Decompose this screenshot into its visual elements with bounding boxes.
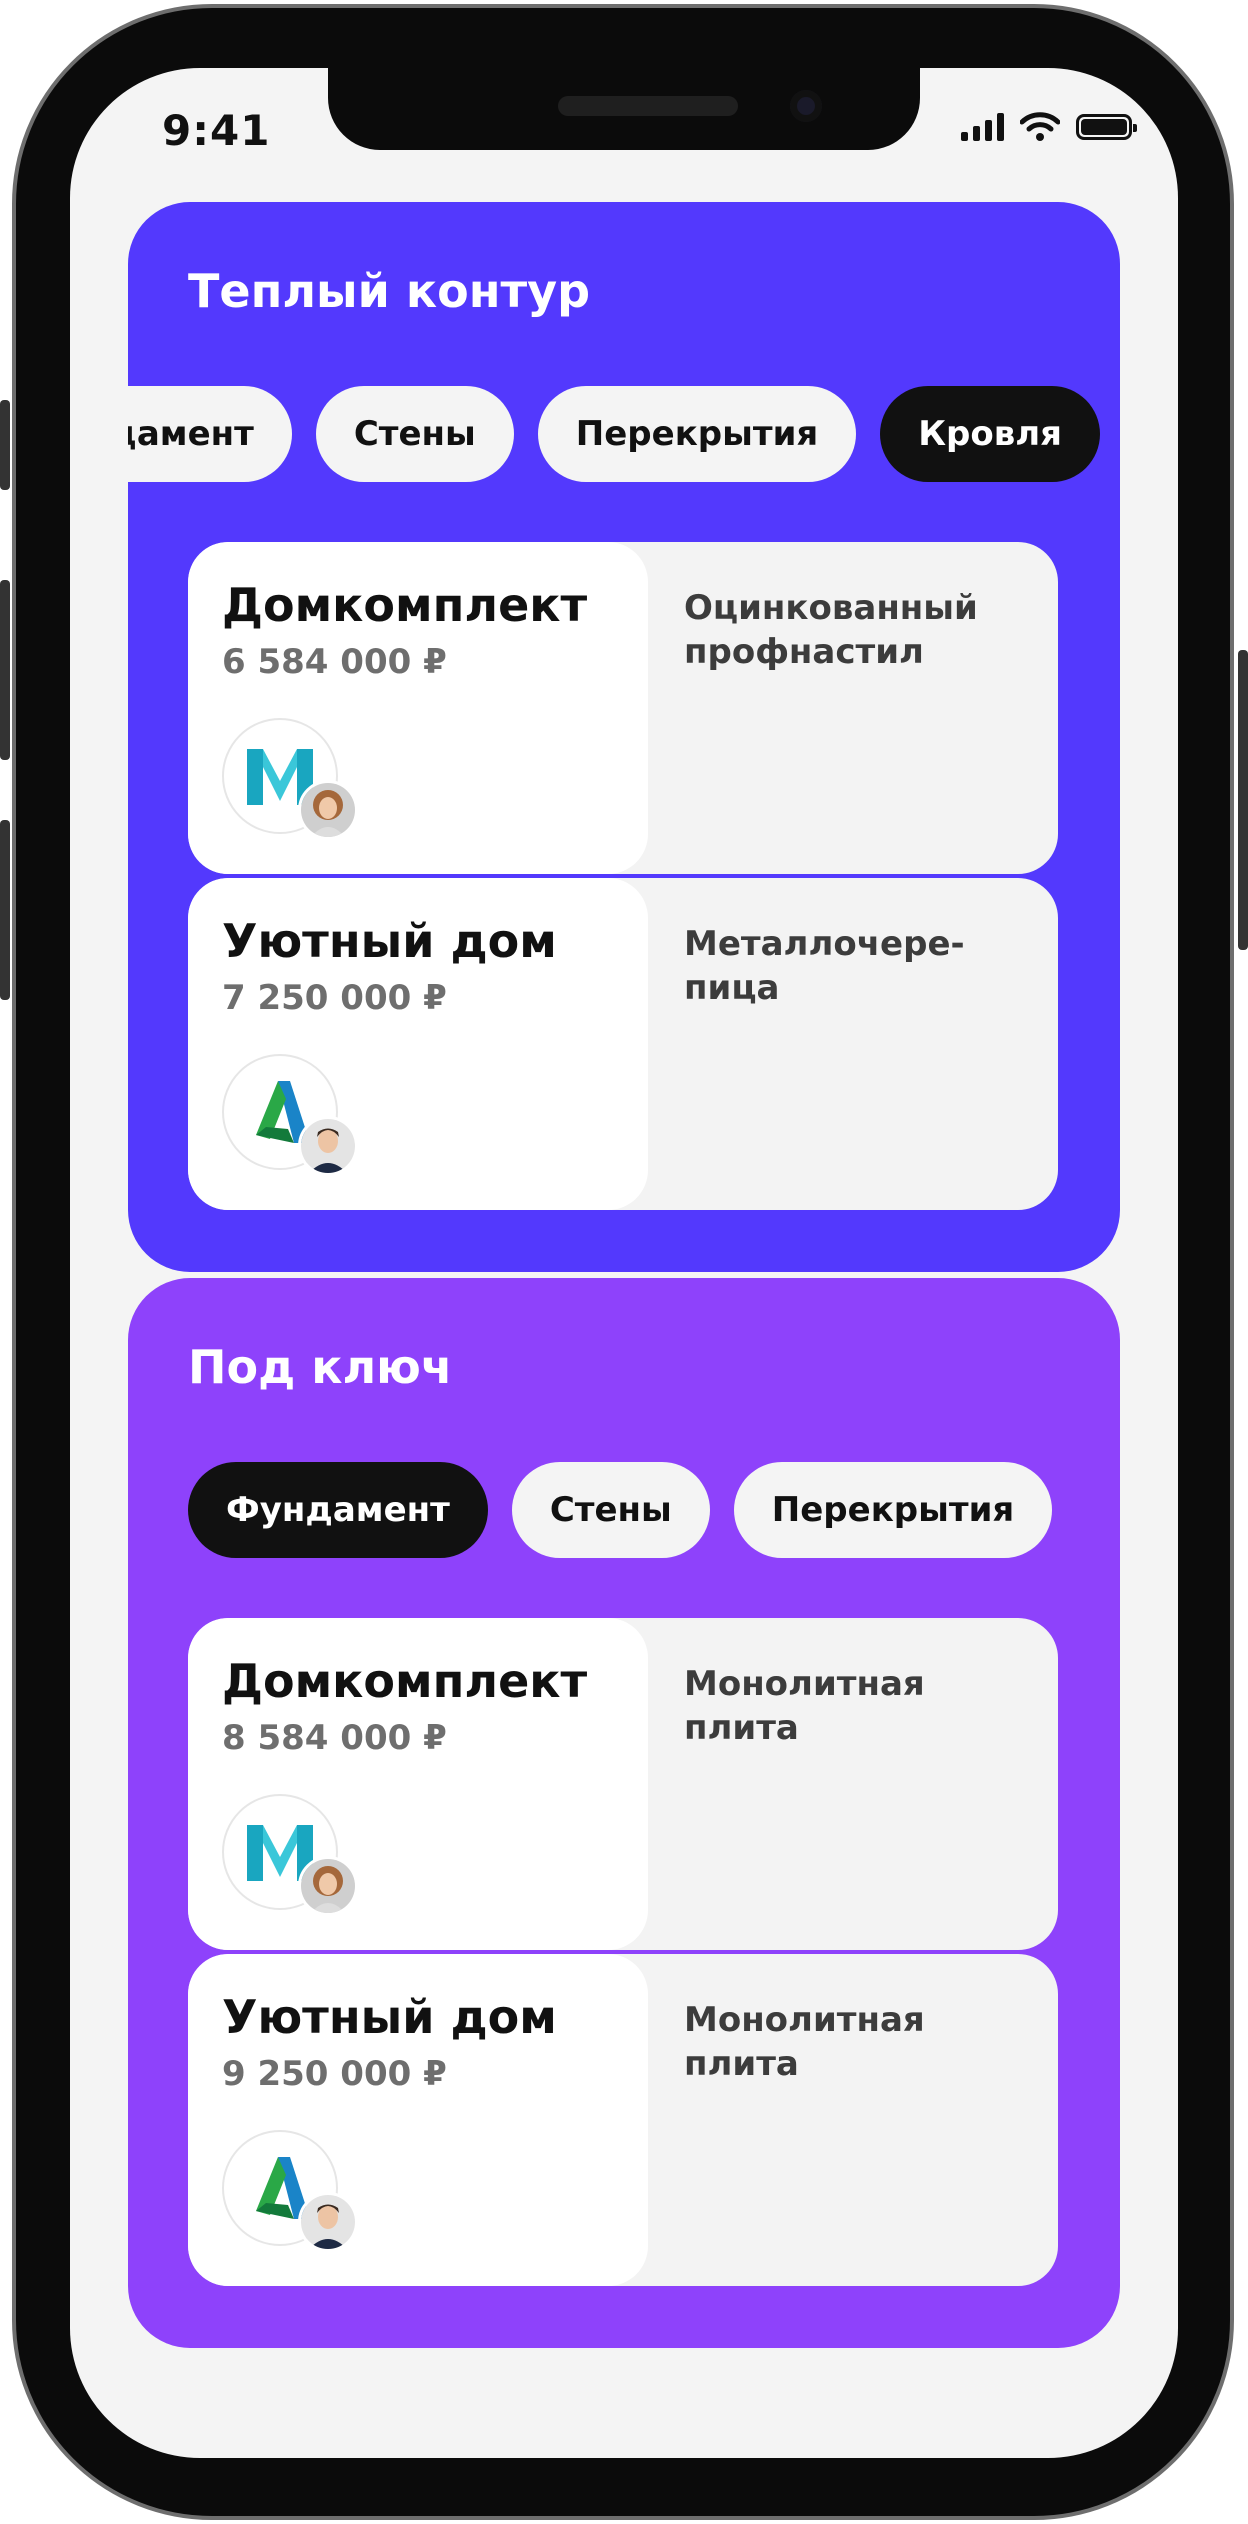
offer-card[interactable]: Уютный дом 9 250 000 ₽ Монолитная плита — [188, 1954, 1058, 2286]
power-button — [1238, 650, 1248, 950]
chip-walls[interactable]: Стены — [315, 386, 514, 482]
product-description: Монолитная плита — [684, 2000, 925, 2084]
price: 8 584 000 ₽ — [222, 1718, 447, 1758]
company-name: Домкомплект — [222, 1654, 588, 1708]
chip-row: Фундамент Стены Перекрытия — [188, 1462, 1053, 1558]
section-title: Под ключ — [188, 1340, 453, 1394]
card-info-panel: Уютный дом 7 250 000 ₽ — [188, 878, 648, 1210]
chip-foundation[interactable]: Фундамент — [188, 1462, 488, 1558]
woman-avatar — [298, 780, 358, 840]
cellular-signal-icon — [961, 113, 1004, 141]
status-icons — [961, 112, 1137, 142]
chip-walls[interactable]: Стены — [511, 1462, 710, 1558]
section-warm-contour: Теплый контур Фундамент Стены Перекрытия… — [128, 202, 1120, 1272]
chip-roof[interactable]: Кровля — [880, 386, 1100, 482]
company-name: Уютный дом — [222, 1990, 557, 2044]
man-avatar — [298, 2192, 358, 2252]
company-name: Уютный дом — [222, 914, 557, 968]
product-description: Металлочере-пица — [684, 924, 965, 1008]
company-name: Домкомплект — [222, 578, 588, 632]
price: 9 250 000 ₽ — [222, 2054, 447, 2094]
offer-card[interactable]: Домкомплект 6 584 000 ₽ Оцинкованный про… — [188, 542, 1058, 874]
status-time: 9:41 — [162, 106, 271, 155]
speaker-grille — [558, 96, 738, 116]
screen: 9:41 Теплый контур Фундамент Стены Перек… — [70, 68, 1178, 2458]
chip-row: Фундамент Стены Перекрытия Кровля — [128, 386, 1100, 482]
camera-icon — [790, 90, 822, 122]
product-description: Монолитная плита — [684, 1664, 925, 1748]
wifi-icon — [1020, 112, 1060, 141]
battery-icon — [1076, 114, 1137, 140]
section-turnkey: Под ключ Фундамент Стены Перекрытия Домк… — [128, 1278, 1120, 2348]
product-description: Оцинкованный профнастил — [684, 588, 978, 672]
price: 6 584 000 ₽ — [222, 642, 447, 682]
man-avatar — [298, 1116, 358, 1176]
price: 7 250 000 ₽ — [222, 978, 447, 1018]
chip-floors[interactable]: Перекрытия — [537, 386, 857, 482]
woman-avatar — [298, 1856, 358, 1916]
volume-down-button — [0, 820, 10, 1000]
volume-up-button — [0, 580, 10, 760]
notch — [328, 68, 920, 150]
card-info-panel: Домкомплект 8 584 000 ₽ — [188, 1618, 648, 1950]
card-info-panel: Домкомплект 6 584 000 ₽ — [188, 542, 648, 874]
offer-card[interactable]: Уютный дом 7 250 000 ₽ Металлочере-пица — [188, 878, 1058, 1210]
chip-foundation[interactable]: Фундамент — [128, 386, 292, 482]
card-info-panel: Уютный дом 9 250 000 ₽ — [188, 1954, 648, 2286]
chip-floors[interactable]: Перекрытия — [733, 1462, 1053, 1558]
mute-switch — [0, 400, 10, 490]
section-title: Теплый контур — [188, 264, 591, 318]
offer-card[interactable]: Домкомплект 8 584 000 ₽ Монолитная плита — [188, 1618, 1058, 1950]
